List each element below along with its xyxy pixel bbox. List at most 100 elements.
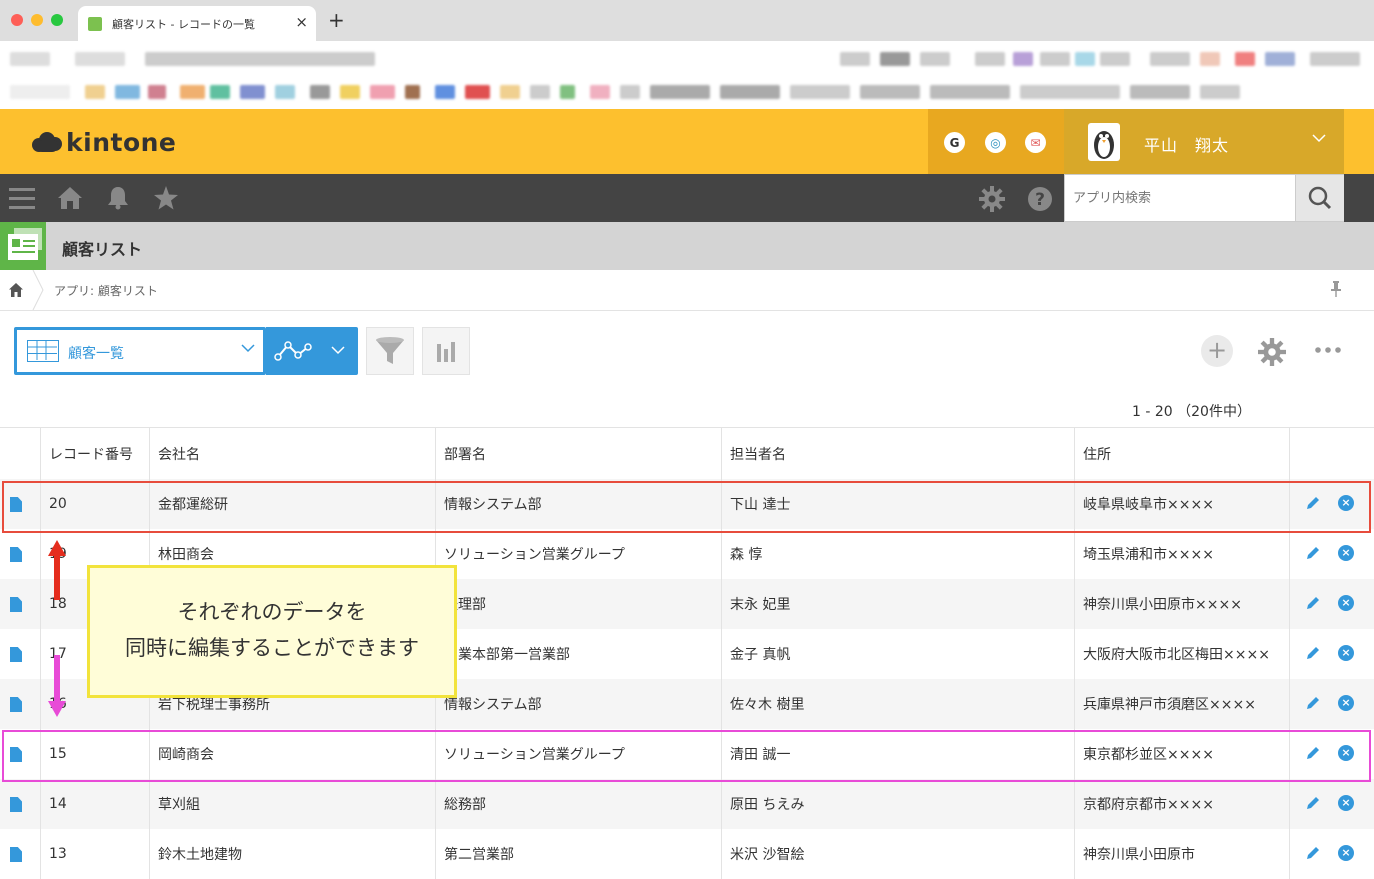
person-cell: 原田 ちえみ xyxy=(730,797,805,813)
add-record-button[interactable]: + xyxy=(1201,335,1233,367)
mail-icon[interactable]: ✉ xyxy=(1025,132,1046,153)
pencil-edit-icon[interactable] xyxy=(1305,695,1321,715)
home-icon[interactable] xyxy=(57,186,83,216)
space-icon[interactable]: ◎ xyxy=(985,132,1006,153)
bell-icon[interactable] xyxy=(106,186,130,216)
breadcrumb-separator xyxy=(32,270,44,310)
browser-tab[interactable]: 顧客リスト - レコードの一覧 × xyxy=(78,6,316,41)
menu-icon[interactable] xyxy=(9,186,35,216)
tab-title: 顧客リスト - レコードの一覧 xyxy=(112,18,255,31)
record-detail-icon[interactable] xyxy=(10,697,22,712)
help-icon[interactable]: ? xyxy=(1027,186,1053,218)
column-header-department[interactable]: 部署名 xyxy=(435,428,722,479)
graph-selector-button[interactable] xyxy=(266,327,358,375)
filter-icon xyxy=(376,337,404,364)
filter-button[interactable] xyxy=(366,327,414,375)
address-cell: 埼玉県浦和市×××× xyxy=(1083,547,1214,563)
pencil-edit-icon[interactable] xyxy=(1305,595,1321,615)
kintone-header: kintone G ◎ ✉ 平山 翔太 xyxy=(0,109,1374,174)
new-tab-button[interactable]: + xyxy=(328,8,345,32)
pencil-edit-icon[interactable] xyxy=(1305,795,1321,815)
column-header-address[interactable]: 住所 xyxy=(1074,428,1290,479)
window-zoom-button[interactable] xyxy=(51,14,63,26)
delete-record-icon[interactable]: × xyxy=(1338,595,1354,611)
app-search-input[interactable] xyxy=(1065,175,1285,221)
paging-count: 1 - 20 （20件中） xyxy=(1132,404,1251,420)
delete-record-icon[interactable]: × xyxy=(1338,645,1354,661)
column-header-company[interactable]: 会社名 xyxy=(149,428,436,479)
svg-text:?: ? xyxy=(1035,190,1045,210)
record-detail-icon[interactable] xyxy=(10,647,22,662)
avatar xyxy=(1088,123,1120,161)
pin-icon[interactable] xyxy=(1330,281,1342,301)
search-button[interactable] xyxy=(1296,174,1344,222)
pink-arrow-icon xyxy=(48,655,66,717)
browser-tab-bar: 顧客リスト - レコードの一覧 × + xyxy=(0,0,1374,41)
department-cell: 経理部 xyxy=(444,597,486,613)
pencil-edit-icon[interactable] xyxy=(1305,545,1321,565)
home-icon[interactable] xyxy=(9,282,23,301)
address-cell: 神奈川県小田原市 xyxy=(1083,847,1195,863)
record-detail-icon[interactable] xyxy=(10,597,22,612)
person-cell: 米沢 沙智絵 xyxy=(730,847,805,863)
department-cell: 情報システム部 xyxy=(444,697,542,713)
person-cell: 森 惇 xyxy=(730,547,763,563)
pencil-edit-icon[interactable] xyxy=(1305,845,1321,865)
window-minimize-button[interactable] xyxy=(31,14,43,26)
delete-record-icon[interactable]: × xyxy=(1338,845,1354,861)
kintone-logo[interactable]: kintone xyxy=(30,127,176,157)
app-title: 顧客リスト xyxy=(62,240,143,259)
record-detail-icon[interactable] xyxy=(10,847,22,862)
star-icon[interactable] xyxy=(153,186,179,216)
record-detail-icon[interactable] xyxy=(10,547,22,562)
table-row[interactable]: 14 草刈組 総務部 原田 ちえみ 京都府京都市×××× × xyxy=(0,779,1374,829)
delete-record-icon[interactable]: × xyxy=(1338,545,1354,561)
record-number-cell: 13 xyxy=(49,846,67,862)
highlight-row-15 xyxy=(2,730,1371,782)
address-cell: 大阪府大阪市北区梅田×××× xyxy=(1083,647,1270,663)
view-label: 顧客一覧 xyxy=(68,346,124,362)
view-selector[interactable]: 顧客一覧 xyxy=(14,327,266,375)
highlight-row-20 xyxy=(2,481,1371,533)
company-cell: 鈴木土地建物 xyxy=(158,847,242,863)
bookmark-bar xyxy=(0,77,1374,109)
company-cell: 草刈組 xyxy=(158,797,200,813)
app-title-bar: 顧客リスト xyxy=(0,222,1374,270)
callout-line-2: 同時に編集することができます xyxy=(125,636,419,660)
gear-icon[interactable] xyxy=(979,186,1005,218)
delete-record-icon[interactable]: × xyxy=(1338,795,1354,811)
window-close-button[interactable] xyxy=(11,14,23,26)
record-detail-icon[interactable] xyxy=(10,797,22,812)
logo-text: kintone xyxy=(66,127,177,157)
cloud-logo-icon xyxy=(30,130,64,154)
address-cell: 神奈川県小田原市×××× xyxy=(1083,597,1242,613)
address-cell: 京都府京都市×××× xyxy=(1083,797,1214,813)
more-options-icon[interactable] xyxy=(1314,336,1342,369)
address-cell: 兵庫県神戸市須磨区×××× xyxy=(1083,697,1256,713)
department-cell: ソリューション営業グループ xyxy=(444,547,625,563)
department-cell: 総務部 xyxy=(444,797,486,813)
header-service-icons: G ◎ ✉ xyxy=(928,109,1064,174)
chart-button[interactable] xyxy=(422,327,470,375)
department-cell: 第二営業部 xyxy=(444,847,514,863)
tab-close-icon[interactable]: × xyxy=(295,13,308,31)
table-header: レコード番号 会社名 部署名 担当者名 住所 xyxy=(0,427,1374,479)
table-row[interactable]: 13 鈴木土地建物 第二営業部 米沢 沙智絵 神奈川県小田原市 × xyxy=(0,829,1374,879)
chevron-down-icon xyxy=(1312,131,1326,147)
record-number-cell: 14 xyxy=(49,796,67,812)
pencil-edit-icon[interactable] xyxy=(1305,645,1321,665)
app-search-field[interactable] xyxy=(1064,174,1296,222)
search-icon xyxy=(1308,186,1332,210)
column-header-person[interactable]: 担当者名 xyxy=(721,428,1075,479)
garoon-icon[interactable]: G xyxy=(944,132,965,153)
user-menu[interactable]: 平山 翔太 xyxy=(1064,109,1344,174)
address-bar[interactable] xyxy=(0,41,1374,77)
person-cell: 末永 妃里 xyxy=(730,597,791,613)
delete-record-icon[interactable]: × xyxy=(1338,695,1354,711)
app-settings-gear-icon[interactable] xyxy=(1258,338,1286,371)
kintone-favicon-icon xyxy=(88,17,102,31)
breadcrumb-app-link[interactable]: アプリ: 顧客リスト xyxy=(54,282,158,299)
column-header-record-number[interactable]: レコード番号 xyxy=(40,428,150,479)
user-name: 平山 翔太 xyxy=(1144,136,1230,155)
chevron-down-icon xyxy=(241,342,255,357)
